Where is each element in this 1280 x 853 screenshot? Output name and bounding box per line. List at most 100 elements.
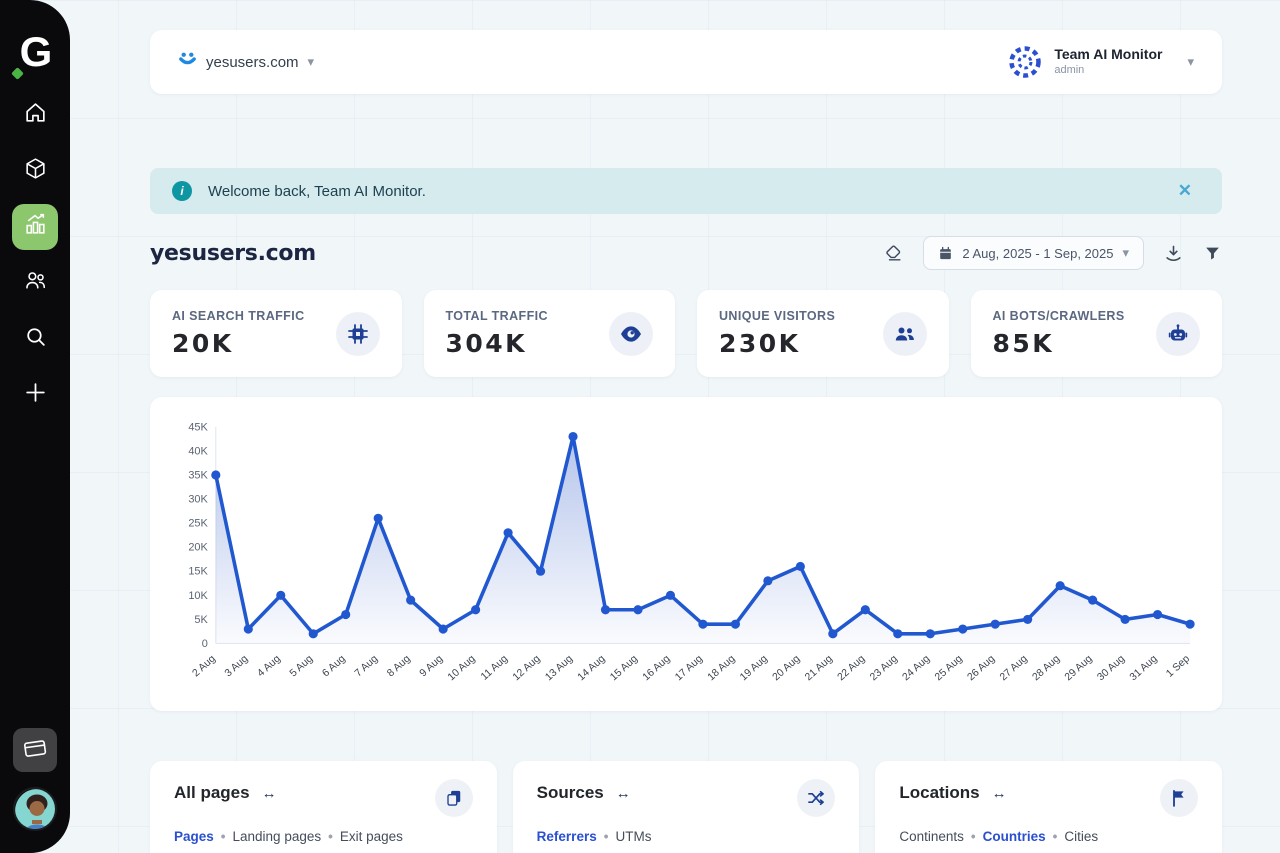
user-menu[interactable]: Team AI Monitor admin ▾ [1007, 44, 1194, 80]
eye-icon [609, 312, 653, 356]
svg-text:4 Aug: 4 Aug [256, 653, 283, 679]
sidebar-item-analytics[interactable] [12, 204, 58, 250]
card-sub-links: Pages•Landing pages•Exit pages [174, 829, 473, 844]
stat-value: 230K [719, 329, 835, 358]
sub-link-continents[interactable]: Continents [899, 829, 964, 844]
users-icon [883, 312, 927, 356]
swap-arrows-icon[interactable]: ↔ [992, 785, 1007, 802]
svg-text:30K: 30K [188, 494, 208, 506]
site-switcher[interactable]: yesusers.com ▾ [178, 50, 314, 74]
stat-card-unique-visitors[interactable]: UNIQUE VISITORS 230K [697, 290, 949, 377]
svg-text:7 Aug: 7 Aug [353, 653, 380, 679]
sub-link-exit-pages[interactable]: Exit pages [340, 829, 403, 844]
stat-card-ai-bots-crawlers[interactable]: AI BOTS/CRAWLERS 85K [971, 290, 1223, 377]
flag-icon [1160, 779, 1198, 817]
card-title: Locations [899, 783, 979, 803]
svg-text:18 Aug: 18 Aug [706, 653, 738, 683]
svg-text:45K: 45K [188, 421, 208, 433]
robot-icon [1156, 312, 1200, 356]
user-name: Team AI Monitor [1054, 46, 1162, 64]
funnel-icon [1203, 244, 1222, 263]
traffic-area-chart[interactable]: 05K10K15K20K25K30K35K40K45K2 Aug3 Aug4 A… [168, 411, 1204, 705]
svg-text:24 Aug: 24 Aug [901, 653, 933, 683]
svg-text:10K: 10K [188, 590, 208, 602]
svg-text:5 Aug: 5 Aug [288, 653, 315, 679]
sub-link-landing-pages[interactable]: Landing pages [233, 829, 322, 844]
stat-label: TOTAL TRAFFIC [446, 309, 548, 323]
people-icon [23, 268, 48, 298]
top-bar: yesusers.com ▾ Team AI Monitor admin ▾ [150, 30, 1222, 94]
sidebar-item-products[interactable] [12, 148, 58, 194]
stat-card-ai-search-traffic[interactable]: AI SEARCH TRAFFIC 20K [150, 290, 402, 377]
eraser-icon [884, 244, 903, 263]
date-range-picker[interactable]: 2 Aug, 2025 - 1 Sep, 2025 ▾ [923, 236, 1144, 270]
sidebar-item-users[interactable] [12, 260, 58, 306]
svg-text:3 Aug: 3 Aug [223, 653, 250, 679]
svg-text:27 Aug: 27 Aug [998, 653, 1030, 683]
svg-text:23 Aug: 23 Aug [868, 653, 900, 683]
sidebar-bottom [13, 728, 57, 831]
sidebar-item-add[interactable] [12, 372, 58, 418]
svg-text:8 Aug: 8 Aug [385, 653, 412, 679]
profile-avatar[interactable] [13, 787, 57, 831]
download-button[interactable] [1164, 244, 1183, 263]
card-title: All pages [174, 783, 250, 803]
stat-card-total-traffic[interactable]: TOTAL TRAFFIC 304K [424, 290, 676, 377]
app-logo[interactable]: G [20, 26, 51, 84]
swap-arrows-icon[interactable]: ↔ [262, 785, 277, 802]
card-title: Sources [537, 783, 604, 803]
close-icon[interactable]: ✕ [1170, 177, 1200, 205]
dot-separator: • [221, 829, 226, 844]
svg-text:6 Aug: 6 Aug [320, 653, 347, 679]
plus-icon [23, 380, 48, 410]
filter-button[interactable] [1203, 244, 1222, 263]
traffic-chart-card: 05K10K15K20K25K30K35K40K45K2 Aug3 Aug4 A… [150, 397, 1222, 711]
svg-text:2 Aug: 2 Aug [191, 653, 218, 679]
svg-text:25K: 25K [188, 518, 208, 530]
site-name: yesusers.com [206, 54, 299, 71]
welcome-message: Welcome back, Team AI Monitor. [208, 183, 1154, 200]
locations-card: Locations ↔ Continents•Countries•Cities [875, 761, 1222, 853]
svg-text:10 Aug: 10 Aug [446, 653, 478, 683]
svg-text:5K: 5K [194, 614, 208, 626]
sub-link-utms[interactable]: UTMs [615, 829, 651, 844]
svg-text:19 Aug: 19 Aug [738, 653, 770, 683]
billing-button[interactable] [13, 728, 57, 772]
info-icon: i [172, 181, 192, 201]
sidebar-nav [12, 92, 58, 418]
chevron-down-icon: ▾ [1122, 245, 1129, 261]
credit-card-icon [22, 735, 48, 766]
search-icon [23, 324, 48, 354]
sub-link-countries[interactable]: Countries [983, 829, 1046, 844]
sub-link-pages[interactable]: Pages [174, 829, 214, 844]
svg-text:13 Aug: 13 Aug [543, 653, 575, 683]
date-range-value: 2 Aug, 2025 - 1 Sep, 2025 [962, 246, 1113, 261]
svg-text:14 Aug: 14 Aug [576, 653, 608, 683]
team-avatar-icon [1007, 44, 1043, 80]
svg-text:25 Aug: 25 Aug [933, 653, 965, 683]
stat-label: AI BOTS/CRAWLERS [993, 309, 1125, 323]
chevron-down-icon: ▾ [308, 54, 315, 70]
chip-icon [336, 312, 380, 356]
svg-text:11 Aug: 11 Aug [479, 653, 510, 682]
shuffle-icon [797, 779, 835, 817]
eraser-button[interactable] [884, 244, 903, 263]
svg-text:0: 0 [202, 638, 208, 650]
home-icon [23, 100, 48, 130]
svg-text:31 Aug: 31 Aug [1128, 653, 1160, 683]
stats-row: AI SEARCH TRAFFIC 20K TOTAL TRAFFIC 304K… [150, 290, 1222, 377]
card-sub-links: Continents•Countries•Cities [899, 829, 1198, 844]
sidebar-item-search[interactable] [12, 316, 58, 362]
card-sub-links: Referrers•UTMs [537, 829, 836, 844]
sidebar-item-home[interactable] [12, 92, 58, 138]
svg-text:40K: 40K [188, 445, 208, 457]
logo-letter: G [20, 26, 51, 78]
stat-label: AI SEARCH TRAFFIC [172, 309, 305, 323]
sub-link-referrers[interactable]: Referrers [537, 829, 597, 844]
swap-arrows-icon[interactable]: ↔ [616, 785, 631, 802]
dot-separator: • [971, 829, 976, 844]
svg-text:22 Aug: 22 Aug [836, 653, 868, 683]
chart-icon [23, 212, 48, 242]
sub-link-cities[interactable]: Cities [1064, 829, 1098, 844]
svg-text:29 Aug: 29 Aug [1063, 653, 1095, 683]
